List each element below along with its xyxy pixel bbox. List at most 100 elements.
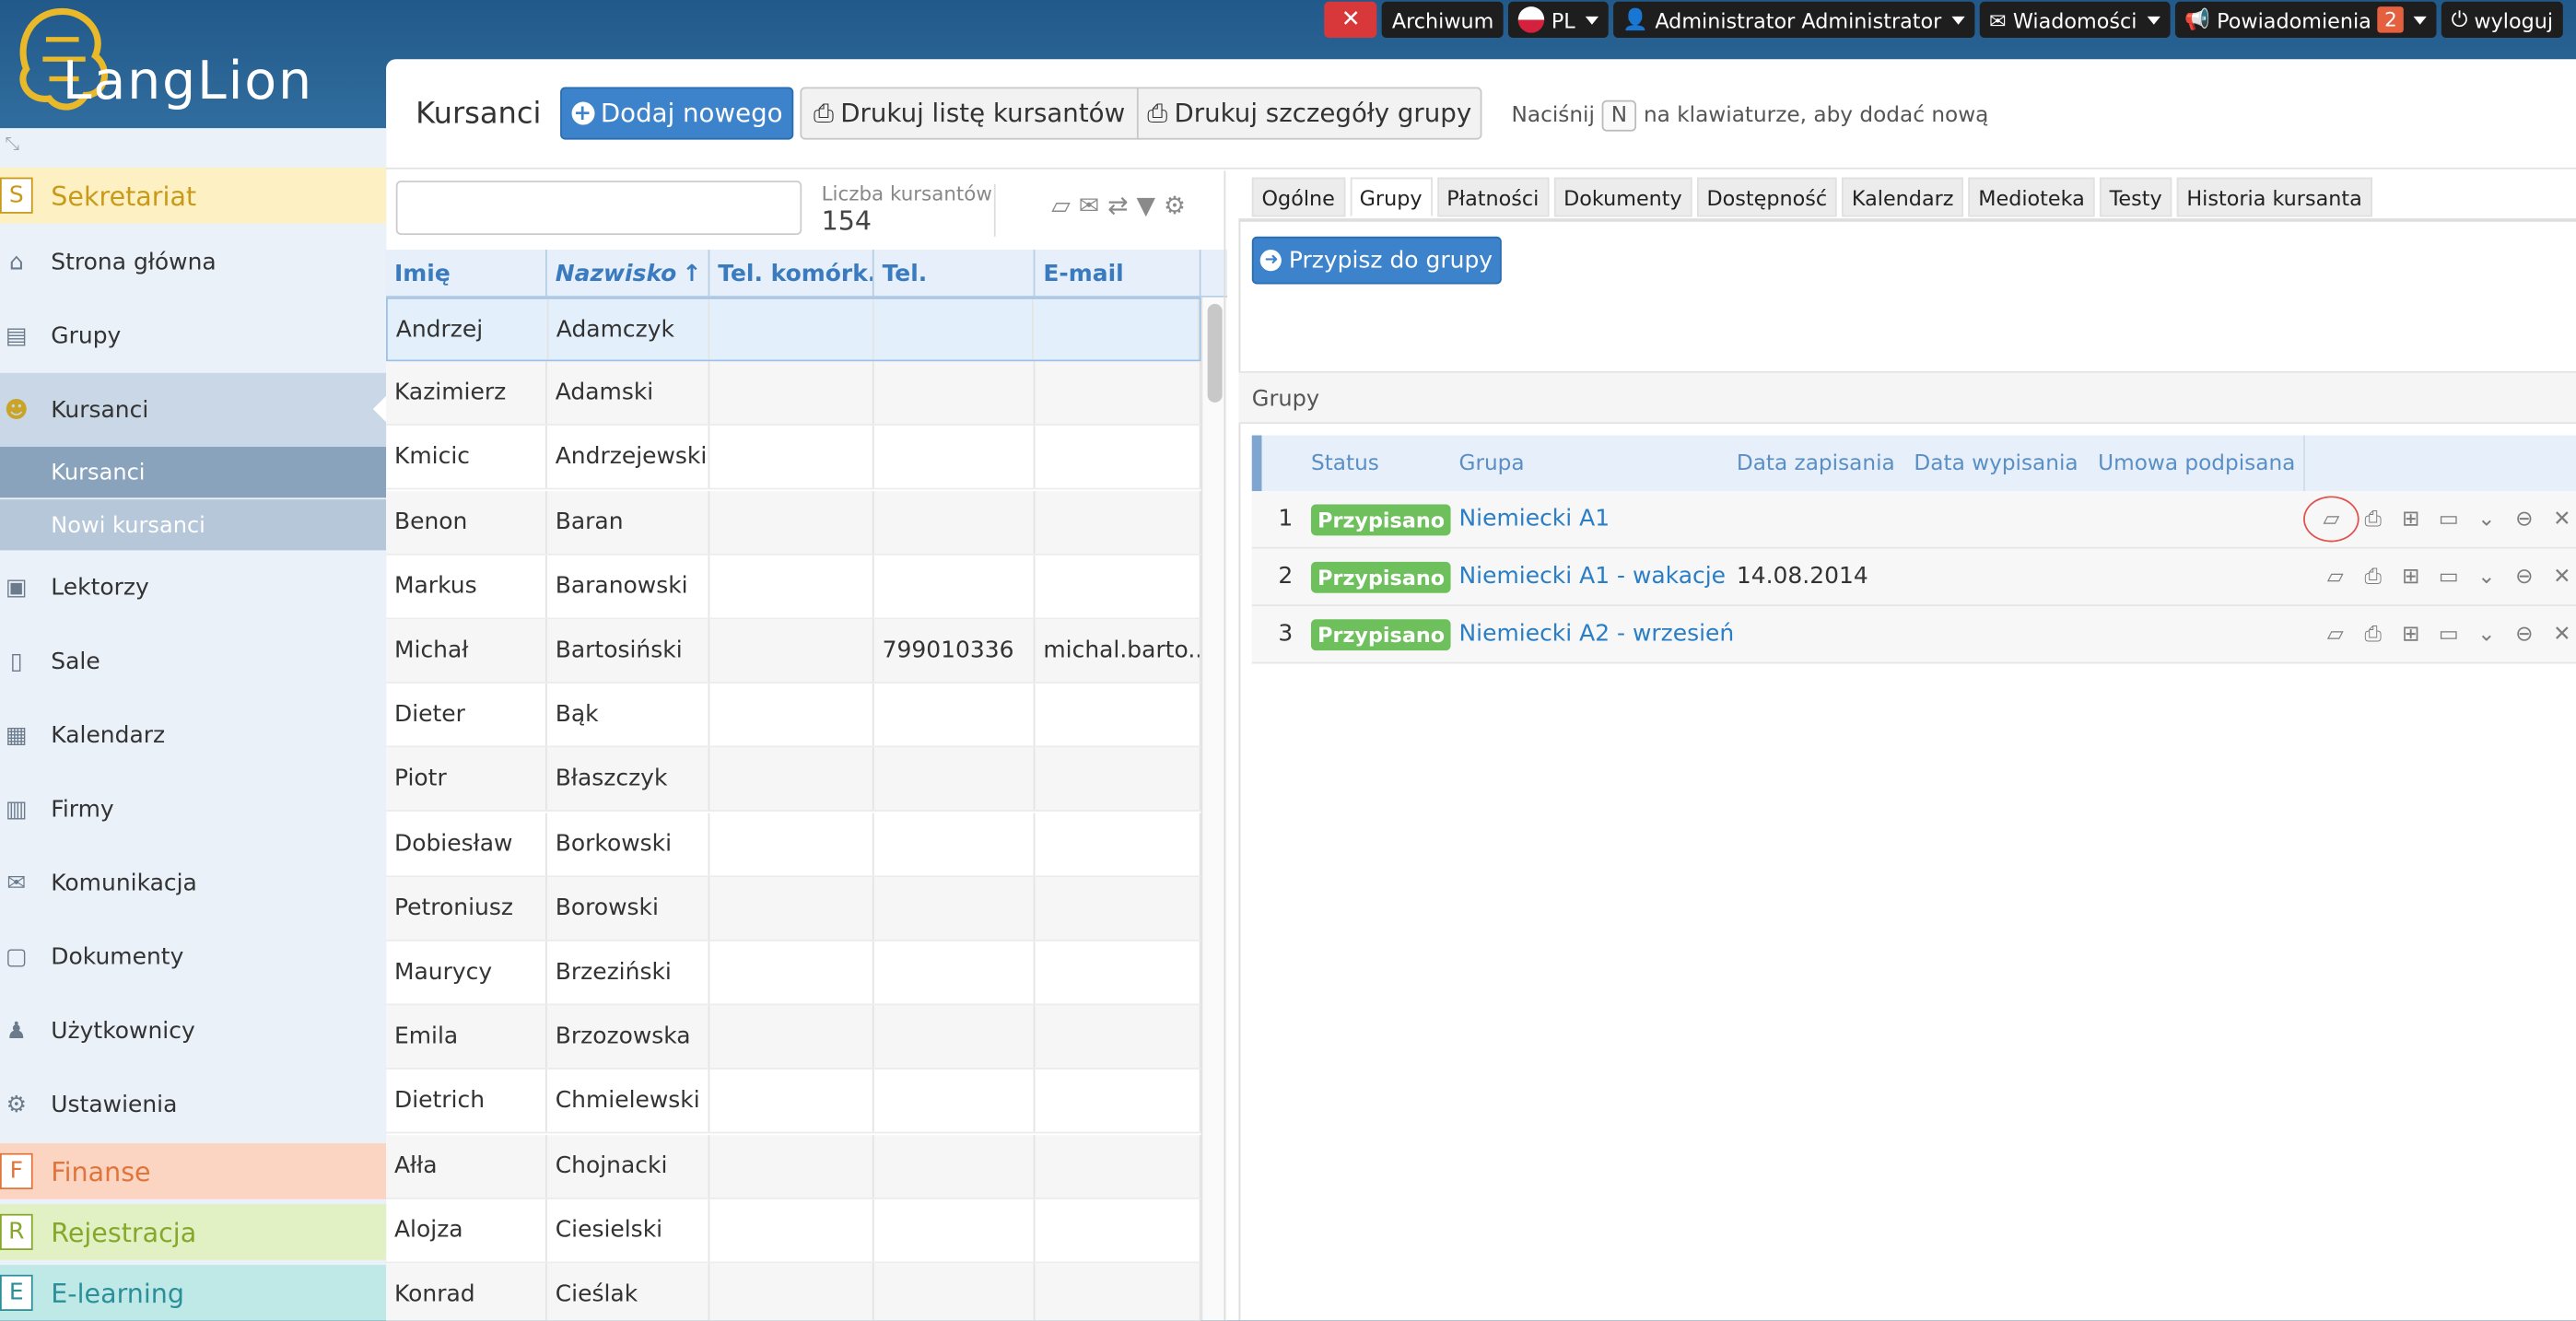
notifications-menu[interactable]: 📢 Powiadomienia 2 bbox=[2174, 1, 2437, 39]
close-icon[interactable]: ✕ bbox=[2548, 565, 2576, 590]
sidebar-item-students[interactable]: ☻ Kursanci bbox=[0, 372, 387, 448]
chevron-down-icon[interactable]: ⌄ bbox=[2473, 565, 2500, 590]
table-row[interactable]: Piotr Błaszczyk bbox=[386, 748, 1201, 812]
table-row[interactable]: Maurycy Brzeziński bbox=[386, 941, 1201, 1006]
table-row[interactable]: Kmicic Andrzejewski bbox=[386, 426, 1201, 491]
sidebar-item-calendar[interactable]: ▦ Kalendarz bbox=[0, 698, 386, 772]
cell-last-name: Brzozowska bbox=[547, 1005, 710, 1069]
messages-menu[interactable]: ✉ Wiadomości bbox=[1979, 1, 2171, 39]
plus-square-icon[interactable]: ⊞ bbox=[2397, 507, 2425, 532]
column-header-mobile[interactable]: Tel. komórk... bbox=[709, 250, 874, 298]
close-archive-button[interactable]: ✕ bbox=[1324, 1, 1377, 39]
assign-to-group-button[interactable]: ➜ Przypisz do grupy bbox=[1251, 236, 1502, 285]
close-icon[interactable]: ✕ bbox=[2548, 622, 2576, 647]
table-row[interactable]: Dobiesław Borkowski bbox=[386, 812, 1201, 877]
tab-availability[interactable]: Dostępność bbox=[1696, 177, 1837, 217]
tab-groups[interactable]: Grupy bbox=[1349, 177, 1433, 217]
sidebar-item-rooms[interactable]: ▯ Sale bbox=[0, 625, 386, 698]
money-icon[interactable]: ▭ bbox=[2435, 565, 2463, 590]
group-link[interactable]: Niemiecki A1 bbox=[1458, 506, 1610, 532]
sidebar-item-label: Grupy bbox=[51, 322, 122, 349]
sidebar-item-communication[interactable]: ✉ Komunikacja bbox=[0, 846, 386, 919]
table-row[interactable]: Emila Brzozowska bbox=[386, 1005, 1201, 1070]
group-link[interactable]: Niemiecki A1 - wakacje bbox=[1458, 564, 1726, 590]
minus-circle-icon[interactable]: ⊖ bbox=[2511, 565, 2538, 590]
row-number: 2 bbox=[1278, 563, 1294, 590]
section-finanse[interactable]: F Finanse bbox=[0, 1143, 387, 1199]
plus-square-icon[interactable]: ⊞ bbox=[2397, 622, 2425, 647]
refresh-icon[interactable]: ⇄ bbox=[1107, 191, 1128, 220]
section-rejestracja[interactable]: R Rejestracja bbox=[0, 1204, 387, 1260]
column-header-first-name[interactable]: Imię bbox=[386, 250, 547, 298]
chevron-down-icon[interactable]: ⌄ bbox=[2473, 507, 2500, 532]
book-icon[interactable]: ▱ bbox=[2322, 565, 2349, 590]
table-row[interactable]: Petroniusz Borowski bbox=[386, 876, 1201, 941]
tab-calendar[interactable]: Kalendarz bbox=[1842, 177, 1964, 217]
minus-circle-icon[interactable]: ⊖ bbox=[2511, 507, 2538, 532]
tab-history[interactable]: Historia kursanta bbox=[2176, 177, 2372, 217]
money-icon[interactable]: ▭ bbox=[2435, 622, 2463, 647]
plus-square-icon[interactable]: ⊞ bbox=[2397, 565, 2425, 590]
language-select[interactable]: PL bbox=[1508, 1, 1609, 39]
tab-payments[interactable]: Płatności bbox=[1436, 177, 1550, 217]
filter-icon[interactable]: ▼ bbox=[1136, 191, 1155, 220]
section-elearning[interactable]: E E-learning bbox=[0, 1265, 387, 1321]
table-row[interactable]: Andrzej Adamczyk bbox=[386, 297, 1201, 362]
printer-icon[interactable]: ⎙ bbox=[2359, 565, 2387, 590]
add-student-button[interactable]: + Dodaj nowego bbox=[560, 87, 794, 140]
sidebar-subitem-students[interactable]: Kursanci bbox=[0, 447, 387, 498]
gear-icon[interactable]: ⚙ bbox=[1164, 191, 1186, 220]
sidebar-item-groups[interactable]: ▤ Grupy bbox=[0, 299, 386, 373]
book-icon[interactable]: ▱ bbox=[2303, 496, 2359, 543]
column-header-phone[interactable]: Tel. bbox=[874, 250, 1036, 298]
tab-documents[interactable]: Dokumenty bbox=[1553, 177, 1692, 217]
sidebar-item-settings[interactable]: ⚙ Ustawienia bbox=[0, 1068, 386, 1141]
section-sekretariat[interactable]: S Sekretariat bbox=[0, 167, 387, 224]
table-row[interactable]: 2 Przypisano Niemiecki A1 - wakacje 14.08.2… bbox=[1251, 548, 2576, 607]
table-row[interactable]: Markus Baranowski bbox=[386, 555, 1201, 619]
sidebar-item-documents[interactable]: ▢ Dokumenty bbox=[0, 920, 386, 994]
column-header-group: Grupa bbox=[1458, 450, 1525, 476]
group-link[interactable]: Niemiecki A2 - wrzesień bbox=[1458, 621, 1734, 648]
sidebar-item-companies[interactable]: ▥ Firmy bbox=[0, 772, 386, 846]
table-row[interactable]: Michał Bartosiński 799010336 michal.barto..… bbox=[386, 619, 1201, 684]
search-input[interactable] bbox=[395, 181, 802, 235]
sidebar-item-home[interactable]: ⌂ Strona główna bbox=[0, 225, 386, 298]
table-row[interactable]: Dieter Bąk bbox=[386, 684, 1201, 748]
cell-first-name: Ałła bbox=[386, 1134, 547, 1198]
column-header-last-name[interactable]: Nazwisko ↑ bbox=[547, 250, 710, 298]
minus-circle-icon[interactable]: ⊖ bbox=[2511, 622, 2538, 647]
print-group-button[interactable]: ⎙ Drukuj szczegóły grupy bbox=[1136, 87, 1482, 140]
table-row[interactable]: Dietrich Chmielewski bbox=[386, 1070, 1201, 1135]
envelope-icon[interactable]: ✉ bbox=[1079, 191, 1099, 220]
archive-button[interactable]: Archiwum bbox=[1382, 1, 1505, 39]
table-row[interactable]: Alojza Ciesielski bbox=[386, 1198, 1201, 1263]
book-icon[interactable]: ▱ bbox=[2322, 622, 2349, 647]
printer-icon[interactable]: ⎙ bbox=[2359, 507, 2387, 532]
table-row[interactable]: Ałła Chojnacki bbox=[386, 1134, 1201, 1199]
book-icon[interactable]: ▱ bbox=[1051, 191, 1071, 220]
chevron-down-icon[interactable]: ⌄ bbox=[2473, 622, 2500, 647]
sidebar-item-users[interactable]: ♟ Użytkownicy bbox=[0, 994, 386, 1068]
sidebar-subitem-new-students[interactable]: Nowi kursanci bbox=[0, 499, 387, 551]
top-bar: ✕ Archiwum PL 👤 Administrator Administrat… bbox=[1324, 0, 2576, 40]
collapse-sidebar-icon[interactable]: ⤡ bbox=[5, 133, 19, 156]
printer-icon[interactable]: ⎙ bbox=[2359, 622, 2387, 647]
scrollbar-thumb[interactable] bbox=[1207, 303, 1223, 403]
tab-tests[interactable]: Testy bbox=[2099, 177, 2172, 217]
tab-media[interactable]: Medioteka bbox=[1968, 177, 2095, 217]
table-row[interactable]: Konrad Cieślak bbox=[386, 1263, 1201, 1321]
user-menu[interactable]: 👤 Administrator Administrator bbox=[1612, 1, 1974, 39]
print-list-button[interactable]: ⎙ Drukuj listę kursantów bbox=[800, 87, 1139, 140]
sidebar-item-teachers[interactable]: ▣ Lektorzy bbox=[0, 550, 386, 624]
column-header-email[interactable]: E-mail bbox=[1035, 250, 1201, 298]
table-row[interactable]: Benon Baran bbox=[386, 490, 1201, 555]
table-row[interactable]: 3 Przypisano Niemiecki A2 - wrzesień ▱ ⎙ ⊞ ▭ ⌄ ⊖… bbox=[1251, 606, 2576, 664]
logout-button[interactable]: ⏻ wyloguj bbox=[2441, 1, 2563, 39]
app-logo[interactable]: LangLion bbox=[13, 4, 374, 122]
table-row[interactable]: Kazimierz Adamski bbox=[386, 361, 1201, 427]
money-icon[interactable]: ▭ bbox=[2435, 507, 2463, 532]
close-icon[interactable]: ✕ bbox=[2548, 507, 2576, 532]
tab-general[interactable]: Ogólne bbox=[1251, 177, 1345, 217]
table-row[interactable]: 1 Przypisano Niemiecki A1 ▱ ⎙ ⊞ ▭ ⌄ ⊖ ✕ bbox=[1251, 491, 2576, 549]
